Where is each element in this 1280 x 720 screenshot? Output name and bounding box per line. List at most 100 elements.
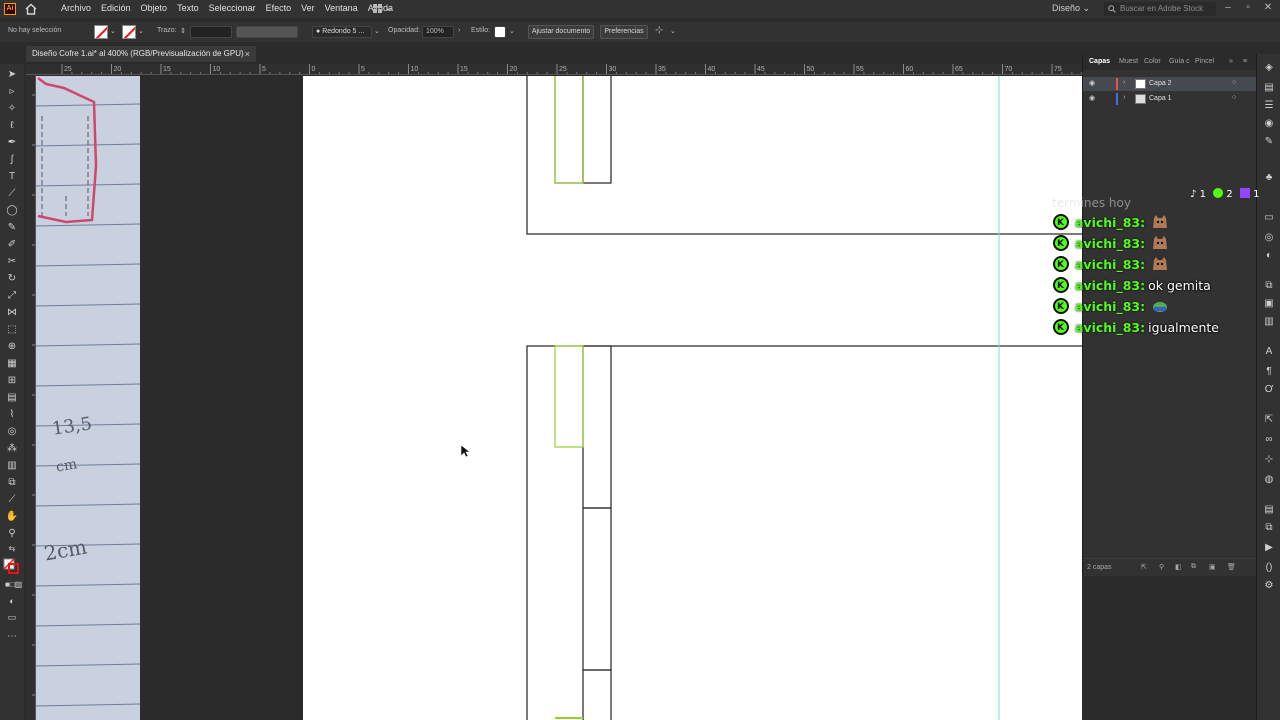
clipping-mask-icon[interactable]: ◧ [1175, 563, 1182, 571]
opacity-label[interactable]: Opacidad: [388, 27, 420, 34]
ellipse-tool-icon[interactable]: ◯ [5, 204, 19, 218]
vertical-ruler[interactable] [26, 75, 36, 720]
pen-tool-icon[interactable]: ✒ [5, 136, 19, 150]
libraries-icon[interactable]: ▤ [1263, 82, 1275, 94]
target-circle-icon[interactable]: ○ [1232, 94, 1236, 101]
artboards-panel-icon[interactable]: ▤ [1263, 504, 1275, 516]
tab-pinceles[interactable]: Pincel [1195, 58, 1214, 65]
bottom-segment-2[interactable] [582, 507, 612, 671]
opentype-icon[interactable]: Ơ [1263, 384, 1275, 396]
mesh-tool-icon[interactable]: ⊞ [5, 374, 19, 388]
paragraph-panel-icon[interactable]: ¶ [1263, 366, 1275, 378]
links-icon[interactable]: ∞ [1263, 434, 1275, 446]
variable-width-profile[interactable] [236, 26, 298, 38]
stroke-swatch[interactable] [122, 25, 136, 39]
top-tab-outline-2[interactable] [582, 76, 612, 184]
menu-ventana[interactable]: Ventana [320, 3, 363, 13]
slice-tool-icon[interactable]: ⟋ [5, 493, 19, 507]
free-transform-tool-icon[interactable]: ⬚ [5, 323, 19, 337]
workspace-switcher[interactable]: Diseño ⌄ [1052, 3, 1090, 14]
zoom-tool-icon[interactable]: ⚲ [5, 527, 19, 541]
menu-ver[interactable]: Ver [296, 3, 320, 13]
curvature-tool-icon[interactable]: ∫ [5, 153, 19, 167]
magic-wand-tool-icon[interactable]: ✧ [5, 102, 19, 116]
graph-tool-icon[interactable]: ▥ [5, 459, 19, 473]
eyedropper-tool-icon[interactable]: ⌇ [5, 408, 19, 422]
visibility-eye-icon[interactable]: ◉ [1089, 94, 1095, 102]
tab-capas[interactable]: Capas [1089, 58, 1110, 65]
locate-object-icon[interactable]: ⚲ [1159, 563, 1164, 571]
bottom-segment-1[interactable] [582, 345, 612, 509]
brush-dropdown-icon[interactable]: ⌄ [374, 27, 380, 35]
reference-photo[interactable]: 13,5 cm 2cm [36, 76, 140, 720]
type-tool-icon[interactable]: T [5, 170, 19, 184]
opacity-field[interactable]: 100% [422, 26, 454, 38]
rotate-tool-icon[interactable]: ↻ [5, 272, 19, 286]
transform-icon[interactable]: ⊹ [655, 25, 663, 36]
panel-menu-icon[interactable]: ≡ [1243, 58, 1247, 65]
layer-name[interactable]: Capa 1 [1149, 95, 1172, 102]
horizontal-ruler[interactable]: 2520151050510152025303540455055606570758 [26, 64, 1082, 75]
layers-panel-icon[interactable]: ◈ [1263, 62, 1275, 74]
new-sublayer-icon[interactable]: ⧉ [1191, 563, 1196, 571]
visibility-eye-icon[interactable]: ◉ [1089, 79, 1095, 87]
stroke-weight-field[interactable] [190, 26, 232, 38]
asset-export-icon[interactable]: ⧉ [1263, 522, 1275, 534]
tab-color[interactable]: Color [1144, 58, 1161, 65]
blend-tool-icon[interactable]: ◎ [5, 425, 19, 439]
info-panel-icon[interactable]: ⚙ [1263, 580, 1275, 592]
close-window-button[interactable]: ✕ [1262, 2, 1274, 14]
menu-archivo[interactable]: Archivo [56, 3, 96, 13]
swap-colors-icon[interactable]: ⇆ [5, 542, 19, 556]
shape-builder-tool-icon[interactable]: ⊕ [5, 340, 19, 354]
arrange-documents-icon[interactable] [372, 3, 394, 15]
artboard-tool-icon[interactable]: ⧉ [5, 476, 19, 490]
fill-stroke-indicator-icon[interactable] [3, 558, 19, 574]
layer-row-capa-1[interactable]: ◉ › Capa 1 ○ [1083, 92, 1257, 106]
adobe-stock-search[interactable]: Buscar en Adobe Stock [1104, 2, 1216, 16]
home-icon[interactable] [24, 2, 38, 16]
stroke-label[interactable]: Trazo: [157, 27, 177, 34]
navigator-icon[interactable]: ◍ [1263, 474, 1275, 486]
scale-tool-icon[interactable]: ⤢ [5, 289, 19, 303]
expand-chevron-icon[interactable]: › [1123, 79, 1125, 86]
stroke-dropdown-icon[interactable]: ⌄ [138, 27, 144, 35]
canvas[interactable]: 13,5 cm 2cm [36, 76, 1082, 720]
perspective-grid-tool-icon[interactable]: ▦ [5, 357, 19, 371]
bottom-tab-selection[interactable] [554, 345, 584, 448]
menu-objeto[interactable]: Objeto [136, 3, 173, 13]
target-circle-icon[interactable]: ○ [1232, 79, 1236, 86]
brush-panel-icon[interactable]: ✎ [1263, 136, 1275, 148]
layer-row-capa-2[interactable]: ◉ › Capa 2 ○ [1083, 77, 1257, 91]
top-tab-outline[interactable] [554, 76, 584, 184]
preferences-button[interactable]: Preferencias [600, 25, 648, 39]
color-mode-icons[interactable]: ■□▨ [5, 578, 22, 592]
opacity-arrow-icon[interactable]: › [458, 27, 460, 34]
layer-name[interactable]: Capa 2 [1149, 80, 1172, 87]
close-document-icon[interactable]: × [245, 46, 250, 62]
character-panel-icon[interactable]: A [1263, 346, 1275, 358]
more-options-icon[interactable]: ⌄ [670, 27, 676, 35]
actions-icon[interactable]: ▶ [1263, 542, 1275, 554]
scissors-tool-icon[interactable]: ✂ [5, 255, 19, 269]
menu-edicion[interactable]: Edición [96, 3, 136, 13]
stroke-weight-stepper[interactable]: ⇕ [180, 27, 186, 35]
style-dropdown-icon[interactable]: ⌄ [509, 27, 515, 35]
fill-swatch[interactable] [94, 25, 108, 39]
document-tab[interactable]: Diseño Cofre 1.ai* al 400% (RGB/Previsua… [26, 46, 256, 62]
new-layer-icon[interactable]: ▣ [1209, 563, 1216, 571]
expand-chevron-icon[interactable]: › [1123, 94, 1125, 101]
bottom-segment-3[interactable] [582, 669, 612, 720]
collapse-panel-icon[interactable]: » [1229, 58, 1233, 65]
width-tool-icon[interactable]: ⋈ [5, 306, 19, 320]
symbol-sprayer-tool-icon[interactable]: ⁂ [5, 442, 19, 456]
line-tool-icon[interactable]: ⟋ [5, 187, 19, 201]
brush-definition[interactable]: ● Redondo 5 ... [312, 26, 372, 38]
tab-muestras[interactable]: Muest [1119, 58, 1138, 65]
export-icon[interactable]: ⇱ [1141, 563, 1147, 571]
screen-mode-icon[interactable]: ▭ [5, 610, 19, 624]
menu-texto[interactable]: Texto [172, 3, 204, 13]
export-assets-icon[interactable]: ⇱ [1263, 414, 1275, 426]
image-trace-icon[interactable]: ⊹ [1263, 454, 1275, 466]
selection-tool-icon[interactable]: ➤ [5, 68, 19, 82]
